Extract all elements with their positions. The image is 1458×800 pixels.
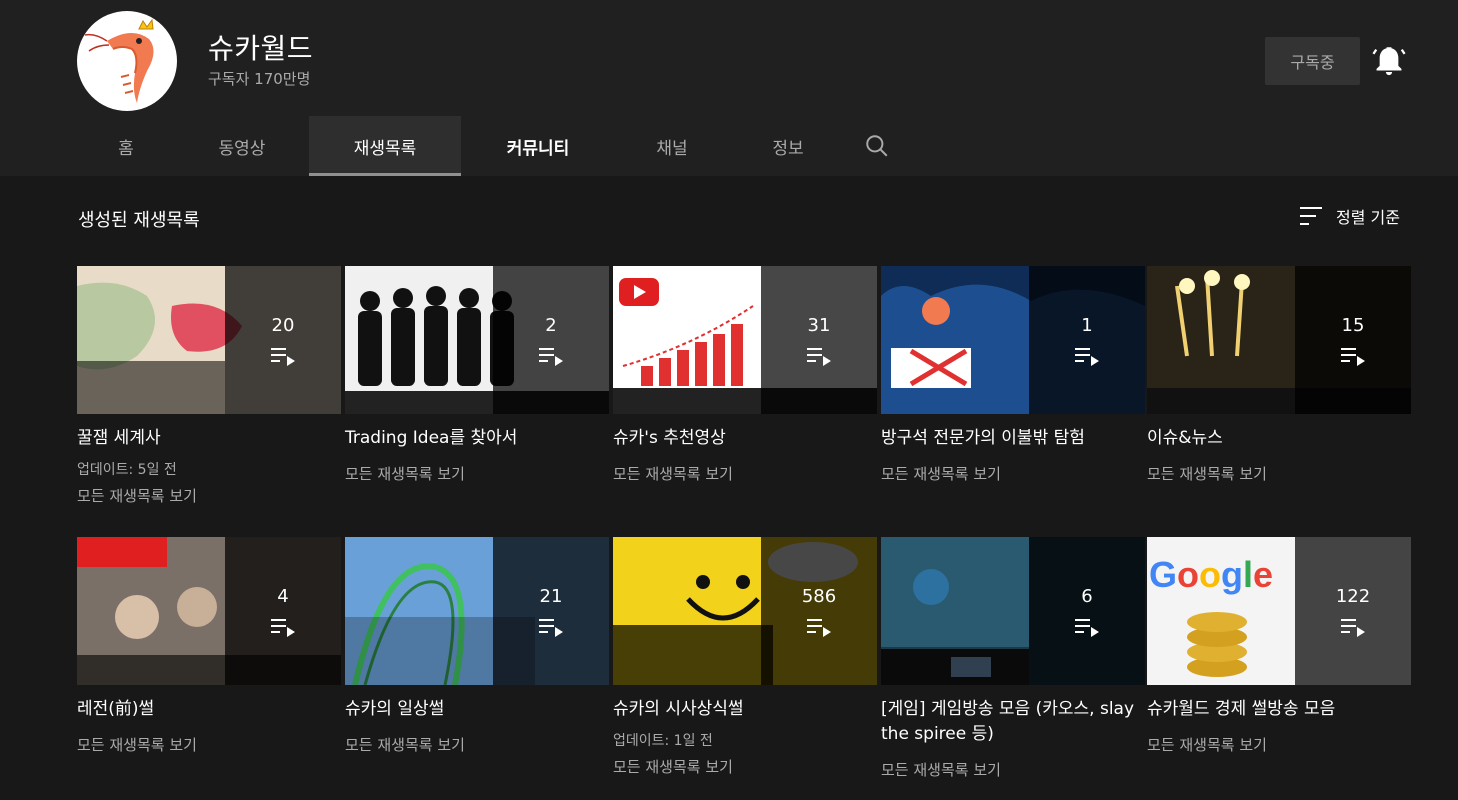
view-full-playlist-link[interactable]: 모든 재생목록 보기 — [77, 734, 341, 755]
video-count: 4 — [277, 585, 289, 607]
svg-text:Google: Google — [1149, 554, 1273, 595]
playlist-icon — [807, 618, 831, 637]
playlist-overlay: 1 — [1029, 266, 1145, 414]
playlist-thumbnail[interactable]: 1 — [881, 266, 1145, 414]
view-full-playlist-link[interactable]: 모든 재생목록 보기 — [77, 485, 341, 506]
playlist-card[interactable]: 586 슈카의 시사상식썰 업데이트: 1일 전 모든 재생목록 보기 — [613, 537, 877, 777]
playlist-icon — [807, 347, 831, 366]
playlist-thumbnail[interactable]: 15 — [1147, 266, 1411, 414]
video-count: 122 — [1335, 585, 1371, 607]
section-title: 생성된 재생목록 — [78, 210, 200, 231]
playlist-icon — [1341, 618, 1365, 637]
sort-button[interactable]: 정렬 기준 — [1298, 204, 1400, 228]
playlist-updated: 업데이트: 1일 전 — [613, 733, 713, 749]
playlist-overlay: 15 — [1295, 266, 1411, 414]
subscriber-count: 구독자 170만명 — [208, 70, 311, 88]
playlist-icon — [539, 347, 563, 366]
playlist-overlay: 31 — [761, 266, 877, 414]
view-full-playlist-link[interactable]: 모든 재생목록 보기 — [1147, 463, 1411, 484]
playlist-thumbnail[interactable]: 4 — [77, 537, 341, 685]
playlist-updated: 업데이트: 5일 전 — [77, 462, 177, 478]
notification-bell-icon[interactable] — [1372, 44, 1406, 78]
playlist-card[interactable]: 1 방구석 전문가의 이불밖 탐험 모든 재생목록 보기 — [881, 266, 1145, 484]
playlist-overlay: 4 — [225, 537, 341, 685]
playlist-icon — [1075, 618, 1099, 637]
playlist-overlay: 20 — [225, 266, 341, 414]
playlist-title[interactable]: [게임] 게임방송 모음 (카오스, slay the spiree 등) — [881, 697, 1145, 747]
playlist-icon — [271, 618, 295, 637]
channel-name: 슈카월드 — [208, 32, 314, 65]
view-full-playlist-link[interactable]: 모든 재생목록 보기 — [345, 463, 609, 484]
playlist-overlay: 21 — [493, 537, 609, 685]
playlist-overlay: 122 — [1295, 537, 1411, 685]
playlist-thumbnail[interactable]: Google 122 — [1147, 537, 1411, 685]
playlist-icon — [539, 618, 563, 637]
playlist-title[interactable]: 꿀잼 세계사 — [77, 426, 341, 451]
sort-label: 정렬 기준 — [1336, 208, 1400, 227]
playlist-card[interactable]: 15 이슈&뉴스 모든 재생목록 보기 — [1147, 266, 1411, 484]
playlist-card[interactable]: 20 꿀잼 세계사 업데이트: 5일 전 모든 재생목록 보기 — [77, 266, 341, 506]
playlist-overlay: 586 — [761, 537, 877, 685]
playlist-thumbnail[interactable]: 20 — [77, 266, 341, 414]
channel-header: 슈카월드 구독자 170만명 구독중 홈 동영상 재생목록 커뮤니티 채널 정보 — [0, 0, 1458, 176]
playlist-title[interactable]: 방구석 전문가의 이불밖 탐험 — [881, 426, 1145, 451]
playlist-icon — [1341, 347, 1365, 366]
view-full-playlist-link[interactable]: 모든 재생목록 보기 — [881, 463, 1145, 484]
tab-about[interactable]: 정보 — [729, 116, 847, 176]
tab-videos[interactable]: 동영상 — [175, 116, 309, 176]
playlist-card[interactable]: 6 [게임] 게임방송 모음 (카오스, slay the spiree 등) … — [881, 537, 1145, 780]
video-count: 21 — [539, 585, 563, 607]
playlist-title[interactable]: 슈카의 시사상식썰 — [613, 697, 877, 722]
playlist-title[interactable]: 슈카월드 경제 썰방송 모음 — [1147, 697, 1411, 722]
view-full-playlist-link[interactable]: 모든 재생목록 보기 — [1147, 734, 1411, 755]
view-full-playlist-link[interactable]: 모든 재생목록 보기 — [613, 463, 877, 484]
playlist-title[interactable]: 이슈&뉴스 — [1147, 426, 1411, 451]
playlist-icon — [1075, 347, 1099, 366]
video-count: 1 — [1081, 314, 1093, 336]
playlist-card[interactable]: 2 Trading Idea를 찾아서 모든 재생목록 보기 — [345, 266, 609, 484]
playlist-overlay: 6 — [1029, 537, 1145, 685]
view-full-playlist-link[interactable]: 모든 재생목록 보기 — [345, 734, 609, 755]
playlist-card[interactable]: 21 슈카의 일상썰 모든 재생목록 보기 — [345, 537, 609, 755]
video-count: 2 — [545, 314, 557, 336]
tab-community[interactable]: 커뮤니티 — [461, 116, 615, 176]
video-count: 20 — [271, 314, 295, 336]
playlist-thumbnail[interactable]: 586 — [613, 537, 877, 685]
channel-avatar[interactable] — [77, 11, 177, 111]
video-count: 15 — [1341, 314, 1365, 336]
playlist-title[interactable]: 슈카's 추천영상 — [613, 426, 877, 451]
sort-icon — [1300, 207, 1322, 225]
shrimp-logo-icon — [84, 18, 154, 103]
view-full-playlist-link[interactable]: 모든 재생목록 보기 — [881, 759, 1145, 780]
playlist-thumbnail[interactable]: 6 — [881, 537, 1145, 685]
playlist-thumbnail[interactable]: 2 — [345, 266, 609, 414]
channel-tabs: 홈 동영상 재생목록 커뮤니티 채널 정보 — [77, 116, 907, 176]
playlist-thumbnail[interactable]: 21 — [345, 537, 609, 685]
tab-playlists[interactable]: 재생목록 — [309, 116, 461, 176]
video-count: 6 — [1081, 585, 1093, 607]
video-count: 31 — [807, 314, 831, 336]
playlist-card[interactable]: 4 레전(前)썰 모든 재생목록 보기 — [77, 537, 341, 755]
view-full-playlist-link[interactable]: 모든 재생목록 보기 — [613, 756, 877, 777]
tab-channels[interactable]: 채널 — [615, 116, 729, 176]
playlist-title[interactable]: 슈카의 일상썰 — [345, 697, 609, 722]
subscribed-button[interactable]: 구독중 — [1265, 37, 1360, 85]
playlist-thumbnail[interactable]: 31 — [613, 266, 877, 414]
video-count: 586 — [801, 585, 837, 607]
channel-search-icon[interactable] — [847, 116, 907, 176]
playlist-title[interactable]: Trading Idea를 찾아서 — [345, 426, 609, 451]
playlist-title[interactable]: 레전(前)썰 — [77, 697, 341, 722]
tab-home[interactable]: 홈 — [77, 116, 175, 176]
playlist-card[interactable]: Google 122 슈카월드 경제 썰방송 모음 모든 재생목록 보기 — [1147, 537, 1411, 755]
playlist-card[interactable]: 31 슈카's 추천영상 모든 재생목록 보기 — [613, 266, 877, 484]
playlist-icon — [271, 347, 295, 366]
playlist-overlay: 2 — [493, 266, 609, 414]
